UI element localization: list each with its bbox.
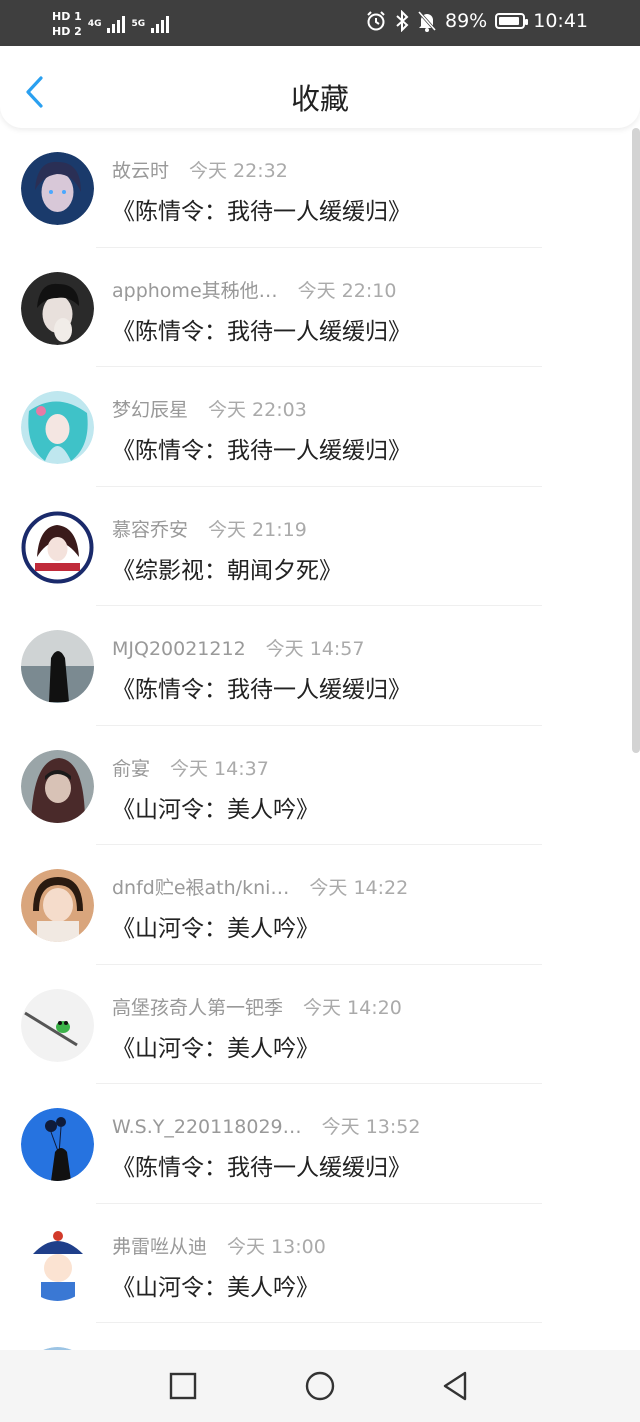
work-title[interactable]: 《山河令：美人吟》 (112, 1268, 319, 1302)
work-title[interactable]: 《陈情令：我待一人缓缓归》 (112, 670, 411, 704)
battery-icon (495, 13, 529, 29)
item-meta: 梦幻辰星 今天 22:03 (112, 395, 307, 422)
battery-fill (499, 17, 519, 25)
item-meta: apphome其秭他… 今天 22:10 (112, 276, 396, 303)
item-meta: 弗雷咝从迪 今天 13:00 (112, 1232, 326, 1259)
clock: 10:41 (533, 10, 588, 32)
item-meta: dnfd贮e裉ath/kni… 今天 14:22 (112, 873, 408, 900)
work-title[interactable]: 《陈情令：我待一人缓缓归》 (112, 1148, 411, 1182)
timestamp: 今天 14:20 (303, 996, 402, 1019)
scrollbar[interactable] (632, 128, 640, 753)
user-name[interactable]: 弗雷咝从迪 (112, 1232, 207, 1259)
work-title[interactable]: 《陈情令：我待一人缓缓归》 (112, 431, 411, 465)
user-name[interactable]: 故云时 (112, 156, 169, 183)
signal-group: HD 1 HD 2 4G 5G (52, 6, 170, 42)
user-name[interactable]: MJQ20021212 (112, 638, 246, 660)
favorites-list[interactable]: 故云时 今天 22:32 《陈情令：我待一人缓缓归》 apphome其秭他… 今天 22… (0, 128, 632, 1350)
recents-square-icon[interactable] (167, 1370, 199, 1402)
avatar[interactable] (21, 749, 94, 823)
list-item[interactable]: 梦幻辰星 今天 22:03 《陈情令：我待一人缓缓归》 (0, 367, 632, 487)
avatar[interactable] (21, 869, 94, 942)
item-meta: W.S.Y_220118029… 今天 13:52 (112, 1112, 420, 1139)
list-item[interactable] (0, 1323, 632, 1350)
user-name[interactable]: apphome其秭他… (112, 276, 278, 303)
work-title[interactable]: 《综影视：朝闻夕死》 (112, 551, 342, 585)
item-meta: 俞宴 今天 14:37 (112, 754, 269, 781)
user-name[interactable]: 慕容乔安 (112, 515, 188, 542)
system-nav-bar (0, 1350, 640, 1422)
item-meta: 故云时 今天 22:32 (112, 156, 288, 183)
list-item[interactable]: dnfd贮e裉ath/kni… 今天 14:22 《山河令：美人吟》 (0, 845, 632, 965)
network-5g-label: 5G (131, 19, 146, 29)
timestamp: 今天 22:32 (189, 160, 288, 182)
page-title: 收藏 (290, 82, 349, 116)
list-item[interactable]: 俞宴 今天 14:37 《山河令：美人吟》 (0, 726, 632, 845)
work-title[interactable]: 《陈情令：我待一人缓缓归》 (112, 312, 411, 346)
avatar[interactable] (21, 152, 94, 225)
status-bar: HD 1 HD 2 4G 5G 89% 10:41 (0, 0, 640, 46)
avatar[interactable] (21, 1108, 94, 1181)
list-item[interactable]: MJQ20021212 今天 14:57 《陈情令：我待一人缓缓归》 (0, 606, 632, 726)
timestamp: 今天 13:52 (321, 1116, 421, 1138)
hd2-label: HD 2 (52, 25, 82, 38)
user-name[interactable]: 高堡孩奇人第一钯季 (112, 993, 283, 1020)
back-triangle-icon[interactable] (440, 1370, 472, 1402)
avatar[interactable] (21, 988, 94, 1062)
list-item[interactable]: 高堡孩奇人第一钯季 今天 14:20 《山河令：美人吟》 (0, 965, 632, 1084)
hd1-label: HD 1 (52, 10, 82, 23)
list-item[interactable]: 故云时 今天 22:32 《陈情令：我待一人缓缓归》 (0, 128, 632, 248)
timestamp: 今天 21:19 (208, 518, 307, 541)
user-name[interactable]: 俞宴 (112, 754, 150, 781)
list-item[interactable]: apphome其秭他… 今天 22:10 《陈情令：我待一人缓缓归》 (0, 248, 632, 367)
work-title[interactable]: 《山河令：美人吟》 (112, 790, 319, 824)
timestamp: 今天 14:57 (265, 638, 365, 660)
avatar[interactable] (21, 391, 94, 464)
app-header: 收藏 (0, 46, 640, 128)
avatar[interactable] (21, 1227, 94, 1301)
signal-bars-icon (151, 15, 170, 33)
work-title[interactable]: 《山河令：美人吟》 (112, 909, 319, 943)
list-item[interactable]: 弗雷咝从迪 今天 13:00 《山河令：美人吟》 (0, 1204, 632, 1323)
bluetooth-icon (396, 10, 409, 32)
mute-icon (417, 11, 437, 32)
timestamp: 今天 13:00 (227, 1235, 326, 1258)
work-title[interactable]: 《山河令：美人吟》 (112, 1029, 319, 1063)
list-item[interactable]: 慕容乔安 今天 21:19 《综影视：朝闻夕死》 (0, 487, 632, 606)
home-circle-icon[interactable] (304, 1370, 336, 1402)
user-name[interactable]: W.S.Y_220118029… (112, 1116, 302, 1138)
list-item[interactable]: W.S.Y_220118029… 今天 13:52 《陈情令：我待一人缓缓归》 (0, 1084, 632, 1204)
timestamp: 今天 22:10 (297, 279, 397, 302)
item-meta: MJQ20021212 今天 14:57 (112, 634, 364, 661)
item-meta: 高堡孩奇人第一钯季 今天 14:20 (112, 993, 402, 1020)
avatar[interactable] (21, 630, 94, 703)
avatar[interactable] (21, 510, 94, 584)
avatar[interactable] (21, 271, 94, 345)
alarm-icon (367, 11, 385, 31)
timestamp: 今天 14:22 (309, 877, 409, 899)
battery-percent: 89% (445, 10, 488, 32)
hd-labels: HD 1 HD 2 (52, 10, 82, 38)
status-right: 89% 10:41 (365, 10, 588, 32)
user-name[interactable]: 梦幻辰星 (112, 395, 188, 422)
work-title[interactable]: 《陈情令：我待一人缓缓归》 (112, 192, 411, 226)
signal-bars-icon (107, 15, 126, 33)
user-name[interactable]: dnfd贮e裉ath/kni… (112, 873, 289, 900)
timestamp: 今天 14:37 (170, 757, 269, 780)
timestamp: 今天 22:03 (208, 399, 307, 421)
network-4g-label: 4G (87, 19, 102, 29)
item-meta: 慕容乔安 今天 21:19 (112, 515, 307, 542)
